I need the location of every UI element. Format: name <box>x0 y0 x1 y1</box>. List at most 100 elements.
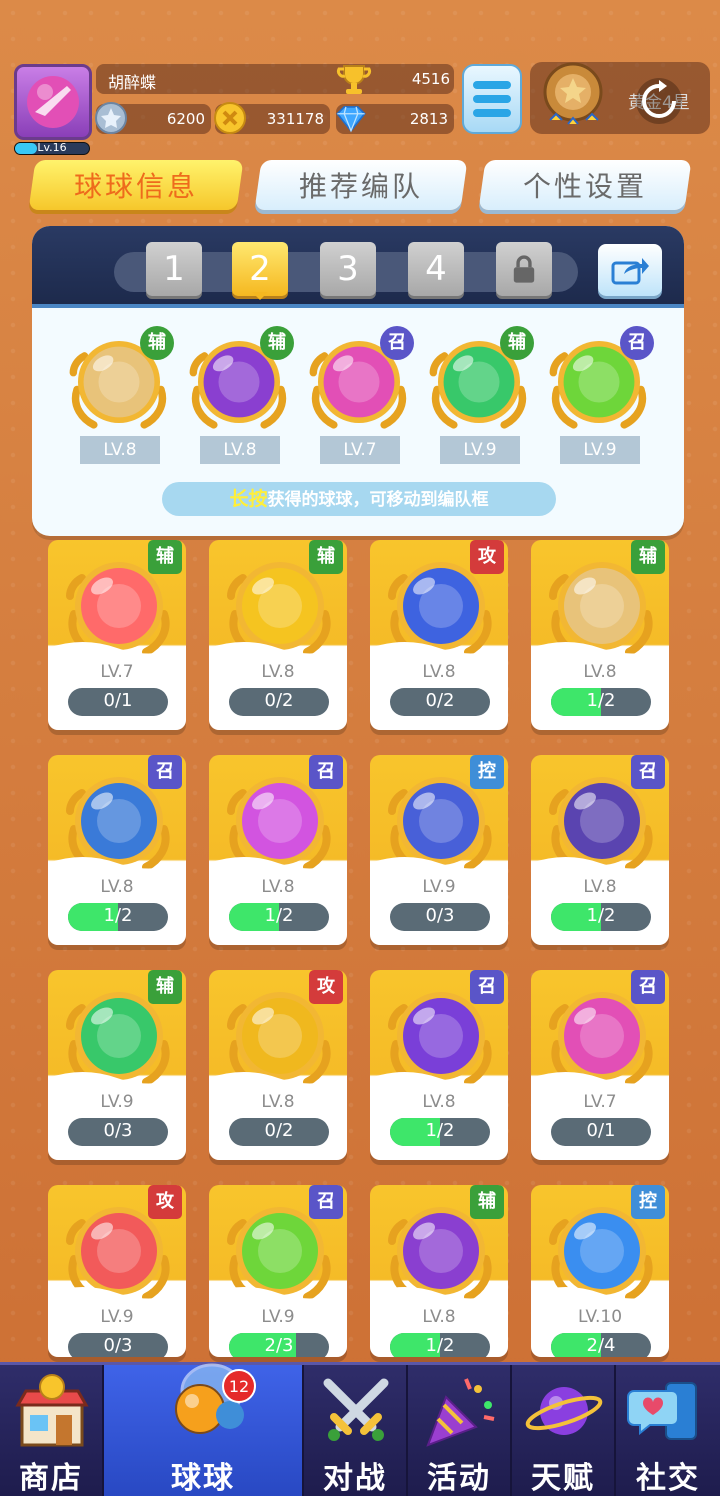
ball-type-badge: 召 <box>631 755 665 789</box>
team-ball-level: LV.8 <box>200 436 280 464</box>
nav-balls[interactable]: 12 球球 <box>104 1363 304 1496</box>
ball-type-badge: 攻 <box>148 1185 182 1219</box>
ball-progress-bar: 1/2 <box>68 903 168 931</box>
nav-social[interactable]: 社交 <box>616 1365 720 1496</box>
nav-events[interactable]: 活动 <box>408 1365 512 1496</box>
ball-progress-text: 1/2 <box>425 1335 455 1356</box>
silver-currency: 6200 <box>95 102 211 134</box>
ball-type-badge: 辅 <box>500 326 534 360</box>
rank-badge-icon <box>543 62 603 125</box>
ball-progress-bar: 0/1 <box>551 1118 651 1146</box>
nav-battle[interactable]: 对战 <box>304 1365 408 1496</box>
ball-type-badge: 辅 <box>148 970 182 1004</box>
ball-level: LV.8 <box>422 1307 456 1327</box>
player-level-bar: Lv.16 <box>14 141 90 155</box>
player-name-bar: 胡醉蝶 4516 <box>96 64 454 94</box>
ball-card[interactable]: 召 LV.8 1/2 <box>370 970 508 1160</box>
ball-card[interactable]: 辅 LV.8 1/2 <box>531 540 669 730</box>
player-level: Lv.16 <box>37 141 67 154</box>
trophy-icon <box>337 65 371 94</box>
ball-type-badge: 召 <box>380 326 414 360</box>
team-slot-2[interactable]: 2 <box>232 242 288 300</box>
ball-level: LV.8 <box>261 877 295 897</box>
ball-card[interactable]: 攻 LV.8 0/2 <box>209 970 347 1160</box>
ball-level: LV.8 <box>583 877 617 897</box>
ball-progress-text: 1/2 <box>264 905 294 926</box>
team-ball-level: LV.9 <box>560 436 640 464</box>
ball-progress-text: 1/2 <box>103 905 133 926</box>
ball-card[interactable]: 攻 LV.8 0/2 <box>370 540 508 730</box>
player-avatar[interactable] <box>14 64 92 140</box>
team-slot-1[interactable]: 1 <box>146 242 202 296</box>
ball-card[interactable]: 辅 LV.9 0/3 <box>48 970 186 1160</box>
ball-type-badge: 辅 <box>148 540 182 574</box>
ball-level: LV.8 <box>261 662 295 682</box>
party-popper-icon <box>426 1378 495 1447</box>
menu-button[interactable] <box>462 64 522 134</box>
ball-level: LV.9 <box>261 1307 295 1327</box>
ball-type-badge: 控 <box>470 755 504 789</box>
ball-progress-bar: 0/3 <box>68 1118 168 1146</box>
ball-level: LV.7 <box>100 662 134 682</box>
team-slot-3[interactable]: 3 <box>320 242 376 296</box>
ball-card[interactable]: 攻 LV.9 0/3 <box>48 1185 186 1357</box>
gold-currency: 331178 <box>214 102 330 134</box>
ball-level: LV.9 <box>100 1307 134 1327</box>
ball-type-badge: 攻 <box>470 540 504 574</box>
ball-type-badge: 召 <box>148 755 182 789</box>
team-panel: 1 2 3 4 辅 LV.8 辅 LV.8 召 LV.7 辅 LV.9 召 LV.9 长按获得的球… <box>32 226 684 536</box>
ball-type-badge: 召 <box>309 755 343 789</box>
ball-card[interactable]: 辅 LV.8 1/2 <box>370 1185 508 1357</box>
gold-value: 331178 <box>266 110 324 128</box>
ball-card[interactable]: 召 LV.7 0/1 <box>531 970 669 1160</box>
ball-type-badge: 攻 <box>309 970 343 1004</box>
ball-level: LV.8 <box>100 877 134 897</box>
tab-ball-info[interactable]: 球球信息 <box>28 160 244 210</box>
shop-icon <box>15 1374 89 1447</box>
ball-progress-bar: 1/2 <box>551 688 651 716</box>
nav-shop[interactable]: 商店 <box>0 1365 104 1496</box>
tab-personal-settings[interactable]: 个性设置 <box>478 160 692 210</box>
nav-talent[interactable]: 天赋 <box>512 1365 616 1496</box>
team-ball-level: LV.9 <box>440 436 520 464</box>
team-slot-header: 1 2 3 4 <box>32 226 684 308</box>
ball-progress-bar: 1/2 <box>551 903 651 931</box>
lock-icon <box>513 255 535 283</box>
gem-value: 2813 <box>409 110 448 128</box>
ball-card[interactable]: 召 LV.8 1/2 <box>48 755 186 945</box>
ball-card[interactable]: 辅 LV.8 0/2 <box>209 540 347 730</box>
ball-type-badge: 召 <box>470 970 504 1004</box>
ball-level: LV.9 <box>422 877 456 897</box>
ball-card[interactable]: 召 LV.9 2/3 <box>209 1185 347 1357</box>
team-slot-4[interactable]: 4 <box>408 242 464 296</box>
ball-type-badge: 辅 <box>140 326 174 360</box>
ball-progress-text: 0/1 <box>103 690 133 711</box>
ball-progress-bar: 1/2 <box>390 1118 490 1146</box>
ball-level: LV.8 <box>422 662 456 682</box>
ball-card[interactable]: 辅 LV.7 0/1 <box>48 540 186 730</box>
ball-type-badge: 辅 <box>470 1185 504 1219</box>
ball-progress-text: 0/3 <box>103 1120 133 1141</box>
rank-box[interactable]: 黄金4星 <box>530 62 710 134</box>
team-slot-locked[interactable] <box>496 242 552 296</box>
ball-level: LV.8 <box>583 662 617 682</box>
ball-type-badge: 辅 <box>309 540 343 574</box>
ball-progress-bar: 0/1 <box>68 688 168 716</box>
ball-progress-text: 2/4 <box>586 1335 616 1356</box>
ball-card[interactable]: 控 LV.10 2/4 <box>531 1185 669 1357</box>
refresh-icon[interactable] <box>634 76 684 126</box>
share-button[interactable] <box>598 244 662 296</box>
ball-card[interactable]: 控 LV.9 0/3 <box>370 755 508 945</box>
tab-recommended-team[interactable]: 推荐编队 <box>254 160 468 210</box>
team-hint: 长按获得的球球，可移动到编队框 <box>162 482 556 516</box>
diamond-icon <box>336 106 366 133</box>
ball-level: LV.8 <box>261 1092 295 1112</box>
ball-progress-bar: 0/3 <box>390 903 490 931</box>
ball-type-badge: 辅 <box>631 540 665 574</box>
ball-card[interactable]: 召 LV.8 1/2 <box>209 755 347 945</box>
ball-type-badge: 辅 <box>260 326 294 360</box>
ball-progress-bar: 0/2 <box>229 1118 329 1146</box>
ball-card[interactable]: 召 LV.8 1/2 <box>531 755 669 945</box>
ball-type-badge: 召 <box>631 970 665 1004</box>
ball-progress-text: 1/2 <box>425 1120 455 1141</box>
